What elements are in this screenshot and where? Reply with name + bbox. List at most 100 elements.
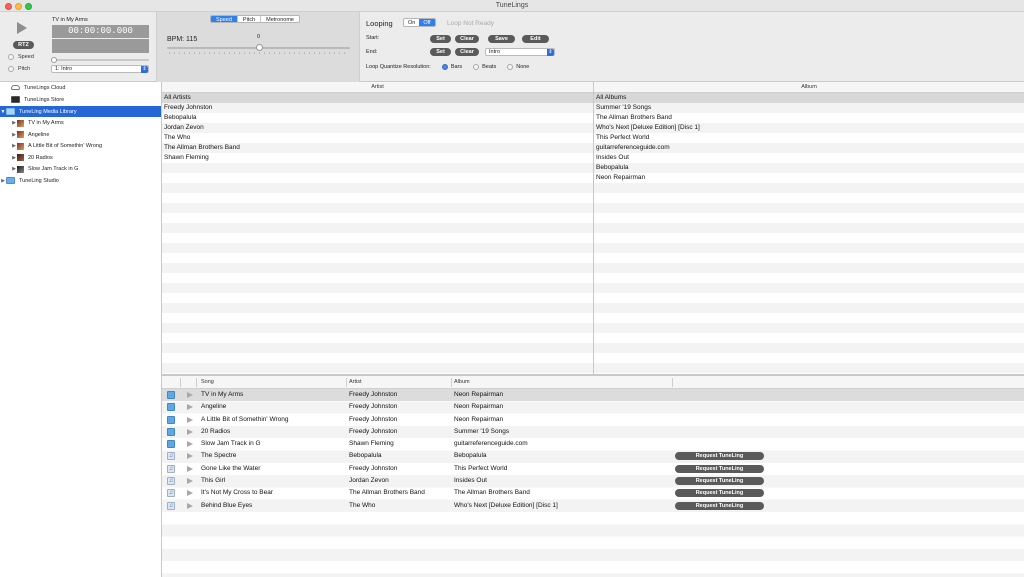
looping-toggle[interactable]: On Off: [403, 18, 436, 27]
album-row[interactable]: The Allman Brothers Band: [594, 113, 1024, 123]
play-icon[interactable]: [187, 453, 193, 460]
play-icon[interactable]: [17, 22, 27, 34]
tuneling-icon: [167, 391, 175, 399]
album-column-header[interactable]: Album: [594, 82, 1024, 93]
artist-browser: Artist All Artists Freedy Johnston Bebop…: [162, 82, 594, 374]
sidebar-item-song[interactable]: ▶ 20 Radios: [0, 152, 161, 163]
sidebar-item-cloud[interactable]: TuneLings Cloud: [0, 82, 161, 93]
position-slider[interactable]: [51, 56, 149, 63]
table-row[interactable]: ♫ It's Not My Cross to Bear The Allman Bro…: [162, 487, 1024, 499]
play-icon[interactable]: [187, 490, 193, 497]
bpm-slider-knob[interactable]: [256, 44, 263, 51]
table-row[interactable]: ♫ The Spectre Bebopalula Bebopalula Request …: [162, 450, 1024, 462]
album-row[interactable]: guitarreferenceguide.com: [594, 143, 1024, 153]
table-row[interactable]: A Little Bit of Somethin' Wrong Freedy Jo…: [162, 414, 1024, 426]
song-column-header[interactable]: Song: [201, 379, 214, 385]
artist-row[interactable]: Shawn Fleming: [162, 153, 593, 163]
section-select[interactable]: 1: Intro ⇕: [51, 65, 149, 73]
sidebar-item-media-library[interactable]: ▼ TuneLing Media Library: [0, 106, 161, 117]
table-row[interactable]: ♫ Gone Like the Water Freedy Johnston This …: [162, 463, 1024, 475]
album-row[interactable]: Insides Out: [594, 153, 1024, 163]
table-row[interactable]: Slow Jam Track in G Shawn Fleming guitarre…: [162, 438, 1024, 450]
quantize-beats-radio[interactable]: [473, 64, 480, 70]
loop-end-set-button[interactable]: Set: [430, 48, 451, 56]
waveform-display: [52, 39, 149, 53]
sidebar-item-song[interactable]: ▶ Slow Jam Track in G: [0, 164, 161, 175]
request-tuneling-button[interactable]: Request TuneLing: [675, 464, 764, 473]
play-icon[interactable]: [187, 441, 193, 448]
play-icon[interactable]: [187, 404, 193, 411]
looping-on-option[interactable]: On: [404, 19, 419, 26]
artist-column-header[interactable]: Artist: [349, 379, 362, 385]
bpm-slider[interactable]: [167, 44, 350, 51]
artist-column-header[interactable]: Artist: [162, 82, 593, 93]
sidebar-item-song[interactable]: ▶ TV in My Arms: [0, 118, 161, 129]
artist-row[interactable]: Bebopalula: [162, 113, 593, 123]
album-row[interactable]: This Perfect World: [594, 133, 1024, 143]
sidebar-item-studio[interactable]: ▶ TuneLing Studio: [0, 175, 161, 186]
album-row[interactable]: Who's Next [Deluxe Edition] [Disc 1]: [594, 123, 1024, 133]
artist-row[interactable]: Jordan Zevon: [162, 123, 593, 133]
artist-row[interactable]: Freedy Johnston: [162, 103, 593, 113]
album-art-icon: [17, 131, 24, 138]
speed-mode-option[interactable]: Speed: [8, 54, 34, 60]
play-icon[interactable]: [187, 428, 193, 435]
album-row[interactable]: All Albums: [594, 93, 1024, 103]
chevron-updown-icon: ⇕: [141, 66, 148, 73]
table-row[interactable]: ♫ This Girl Jordan Zevon Insides Out Request…: [162, 475, 1024, 487]
play-icon[interactable]: [187, 416, 193, 423]
sidebar-item-song[interactable]: ▶ A Little Bit of Somethin' Wrong: [0, 141, 161, 152]
album-column-header[interactable]: Album: [454, 379, 470, 385]
tab-pitch[interactable]: Pitch: [238, 16, 262, 22]
album-row[interactable]: Neon Repairman: [594, 173, 1024, 183]
loop-save-button[interactable]: Save: [488, 35, 515, 43]
artist-cell: The Who: [349, 501, 376, 509]
album-row[interactable]: Summer '19 Songs: [594, 103, 1024, 113]
songs-table-body: TV in My Arms Freedy Johnston Neon Repairm…: [162, 389, 1024, 577]
loop-end-select-value: Intro: [489, 49, 501, 55]
request-tuneling-button[interactable]: Request TuneLing: [675, 501, 764, 510]
quantize-none-radio[interactable]: [507, 64, 514, 70]
request-tuneling-button[interactable]: Request TuneLing: [675, 477, 764, 486]
album-list: All Albums Summer '19 Songs The Allman B…: [594, 93, 1024, 374]
play-icon[interactable]: [187, 478, 193, 485]
artist-row[interactable]: The Who: [162, 133, 593, 143]
loop-end-select[interactable]: Intro ⇕: [485, 48, 555, 56]
sidebar-item-label: TuneLings Store: [24, 96, 65, 103]
play-icon[interactable]: [187, 392, 193, 398]
table-row[interactable]: 20 Radios Freedy Johnston Summer '19 Songs: [162, 426, 1024, 438]
speed-radio-icon[interactable]: [8, 54, 14, 60]
loop-edit-button[interactable]: Edit: [522, 35, 549, 43]
play-icon[interactable]: [187, 465, 193, 472]
sidebar-item-song[interactable]: ▶ Angeline: [0, 129, 161, 140]
rtz-button[interactable]: RTZ: [13, 41, 34, 49]
section-select-value: 1: Intro: [55, 66, 73, 72]
play-icon[interactable]: [187, 502, 193, 509]
sidebar-item-store[interactable]: TuneLings Store: [0, 94, 161, 105]
album-cell: The Allman Brothers Band: [454, 489, 530, 497]
position-slider-knob[interactable]: [51, 56, 57, 63]
tab-metronome[interactable]: Metronome: [261, 16, 299, 22]
artist-list: All Artists Freedy Johnston Bebopalula J…: [162, 93, 593, 374]
album-art-icon: [17, 165, 24, 173]
table-row[interactable]: Angeline Freedy Johnston Neon Repairman: [162, 401, 1024, 413]
artist-cell: The Allman Brothers Band: [349, 489, 425, 497]
loop-start-set-button[interactable]: Set: [430, 35, 451, 43]
request-tuneling-button[interactable]: Request TuneLing: [675, 489, 764, 498]
album-row[interactable]: Bebopalula: [594, 163, 1024, 173]
artist-row[interactable]: The Allman Brothers Band: [162, 143, 593, 153]
pitch-mode-option[interactable]: Pitch: [8, 66, 30, 72]
pitch-radio-icon[interactable]: [8, 66, 14, 72]
album-cell: Neon Repairman: [454, 415, 504, 423]
table-row[interactable]: ♫ Behind Blue Eyes The Who Who's Next [Delu…: [162, 500, 1024, 512]
loop-end-clear-button[interactable]: Clear: [455, 48, 479, 56]
quantize-bars-radio[interactable]: [441, 64, 448, 70]
table-row[interactable]: TV in My Arms Freedy Johnston Neon Repairm…: [162, 389, 1024, 402]
artist-cell: Freedy Johnston: [349, 391, 398, 398]
sidebar-item-label: TV in My Arms: [28, 120, 64, 126]
tab-speed[interactable]: Speed: [211, 16, 238, 22]
looping-off-option[interactable]: Off: [419, 19, 435, 26]
artist-row[interactable]: All Artists: [162, 93, 593, 103]
loop-start-clear-button[interactable]: Clear: [455, 35, 479, 43]
request-tuneling-button[interactable]: Request TuneLing: [675, 452, 764, 461]
